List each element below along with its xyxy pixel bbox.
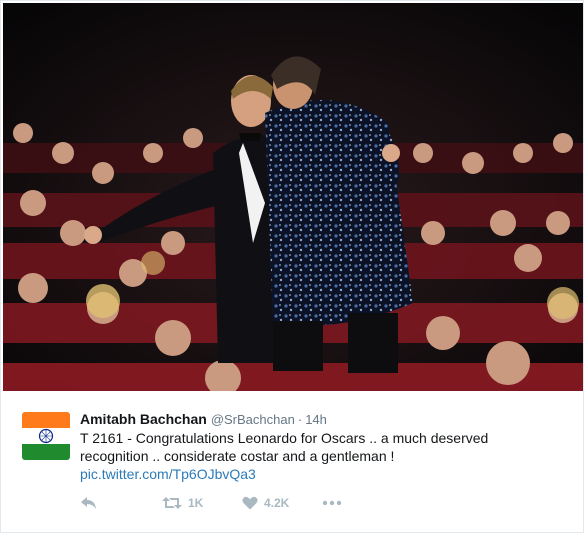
more-dots-icon: [322, 500, 342, 506]
indian-flag-icon: [22, 412, 70, 460]
author-handle[interactable]: @SrBachchan: [211, 412, 295, 427]
tweet-pic-link[interactable]: pic.twitter.com/Tp6OJbvQa3: [80, 465, 256, 483]
heart-icon: [242, 496, 258, 510]
retweet-icon: [162, 497, 182, 509]
theater-photo-illustration: [3, 3, 583, 391]
retweet-button[interactable]: 1K: [162, 496, 242, 510]
retweet-count: 1K: [188, 496, 204, 510]
like-button[interactable]: 4.2K: [242, 496, 322, 510]
reply-button[interactable]: [80, 496, 162, 510]
tweet-photo[interactable]: [3, 3, 583, 391]
like-count: 4.2K: [264, 496, 290, 510]
avatar[interactable]: [22, 412, 70, 460]
tweet-timestamp[interactable]: 14h: [305, 412, 327, 427]
more-button[interactable]: [322, 500, 352, 506]
author-name[interactable]: Amitabh Bachchan: [80, 411, 207, 427]
separator-dot: ·: [297, 412, 303, 427]
tweet-text: T 2161 - Congratulations Leonardo for Os…: [80, 430, 489, 464]
reply-arrow-icon: [81, 497, 96, 509]
tweet-header: Amitabh Bachchan @SrBachchan · 14h: [80, 410, 563, 429]
tweet-actions: 1K 4.2K: [80, 493, 352, 513]
tweet-card: Amitabh Bachchan @SrBachchan · 14h T 2161 -…: [0, 0, 584, 533]
